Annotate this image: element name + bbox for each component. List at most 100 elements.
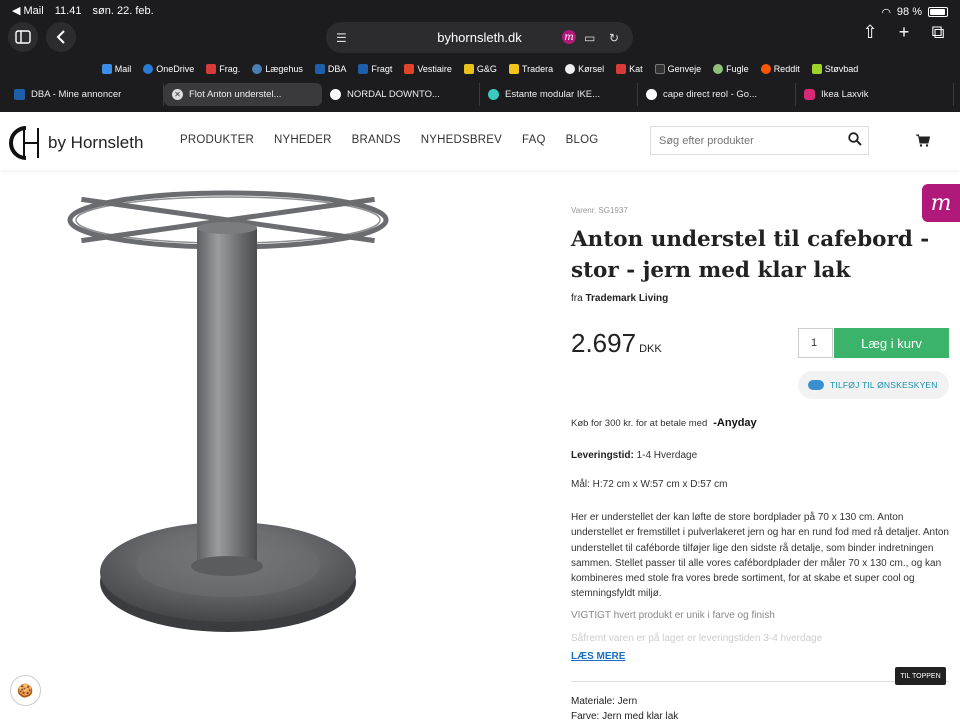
to-top-button[interactable]: TIL TOPPEN [895,667,946,685]
nav-blog[interactable]: BLOG [566,134,599,146]
status-bar: ◀ Mail 11.41 søn. 22. feb. ◠ 98 % [12,4,948,20]
bookmark[interactable]: Fragt [358,62,392,76]
url-text: byhornsleth.dk [437,30,522,45]
share-icon[interactable]: ⇧ [858,22,882,43]
price-currency: DKK [639,343,662,355]
bookmark[interactable]: Tradera [508,62,553,76]
bookmark-icon [463,64,474,74]
brand-link[interactable]: Trademark Living [585,293,668,304]
browser-chrome: ◀ Mail 11.41 søn. 22. feb. ◠ 98 % ☰ byho… [0,0,960,112]
product-sku: Varenr. SG1937 [571,206,628,215]
bookmark-icon [101,64,112,74]
search-box [650,126,869,155]
main-nav: PRODUKTER NYHEDER BRANDS NYHEDSBREV FAQ … [180,134,598,146]
search-input[interactable] [659,134,839,147]
extension-m-icon[interactable]: m [562,30,576,44]
chevron-left-icon[interactable] [46,22,76,52]
bookmark[interactable]: Kørsel [565,62,604,76]
anyday-info: Køb for 300 kr. for at betale med -Anyda… [571,417,757,429]
plus-icon[interactable]: + [892,22,916,43]
nav-brands[interactable]: BRANDS [352,134,401,146]
bookmark-icon [252,64,263,74]
close-tab-icon[interactable]: ✕ [172,89,183,100]
cloud-plus-icon [808,380,824,390]
bookmark-icon [314,64,325,74]
tab-strip: DBA - Mine annoncer ✕ Flot Anton underste… [6,83,954,106]
product-dimensions: Mål: H:72 cm x W:57 cm x D:57 cm [571,479,728,490]
bookmark[interactable]: OneDrive [143,62,194,76]
bookmark-icon [811,64,822,74]
google-icon [330,89,341,100]
bookmark[interactable]: DBA [314,62,346,76]
status-time: 11.41 [54,5,82,17]
bookmark-icon [713,64,724,74]
bookmark-icon [358,64,369,74]
back-to-app[interactable]: ◀ Mail [12,5,44,17]
browser-tab[interactable]: DBA - Mine annoncer [6,83,164,106]
nav-faq[interactable]: FAQ [522,134,546,146]
battery-icon [928,7,948,17]
add-to-cart-button[interactable]: Læg i kurv [834,328,949,358]
product-title: Anton understel til cafebord - stor - je… [571,227,930,283]
quantity-input[interactable]: 1 [798,328,833,358]
reader-icon[interactable]: ▭ [584,31,595,45]
wishlist-label: TILFØJ TIL ØNSKESKYEN [830,380,938,390]
toolbar-right: ⇧ + ⧉ [858,22,950,43]
bookmark[interactable]: Mail [101,62,131,76]
browser-tab-active[interactable]: ✕ Flot Anton understel... [164,83,322,106]
logo-text: by Hornsleth [48,133,144,152]
bookmark[interactable]: Lægehus [252,62,303,76]
browser-tab[interactable]: NORDAL DOWNTO... [322,83,480,106]
bookmark[interactable]: Fugle [713,62,749,76]
instagram-icon [804,89,815,100]
product-description: Her er understellet der kan løfte de sto… [571,512,949,600]
read-more-link[interactable]: LÆS MERE [571,651,625,662]
reload-icon[interactable]: ↻ [609,31,619,45]
bookmark[interactable]: Reddit [760,62,800,76]
nav-nyhedsbrev[interactable]: NYHEDSBREV [421,134,502,146]
product-color: Farve: Jern med klar lak [571,711,679,722]
extension-m-side-icon[interactable]: m [922,184,960,222]
site-logo[interactable]: by Hornsleth [4,124,143,162]
bookmark[interactable]: Frag. [206,62,240,76]
sidebar-icon[interactable] [8,22,38,52]
url-bar[interactable]: ☰ byhornsleth.dk m ▭ ↻ [326,22,633,53]
bookmark-icon [565,64,576,74]
bookmark[interactable]: Genveje [654,62,701,76]
browser-tab[interactable]: cape direct reol - Go... [638,83,796,106]
search-icon[interactable] [848,132,862,149]
nav-nyheder[interactable]: NYHEDER [274,134,332,146]
wifi-icon: ◠ [881,6,891,19]
page-menu-icon[interactable]: ☰ [336,31,347,45]
bookmarks-bar: Mail OneDrive Frag. Lægehus DBA Fragt Ve… [0,62,960,76]
browser-tab[interactable]: Ikea Laxvik [796,83,954,106]
tabs-icon[interactable]: ⧉ [926,22,950,43]
browser-tab[interactable]: Estante modular IKE... [480,83,638,106]
nav-produkter[interactable]: PRODUKTER [180,134,254,146]
google-icon [646,89,657,100]
product-brand: fra Trademark Living [571,293,669,304]
bookmark[interactable]: Kat [616,62,643,76]
tab-favicon-icon [14,89,25,100]
browser-toolbar: ☰ byhornsleth.dk m ▭ ↻ ⇧ + ⧉ [0,22,960,54]
logo-mark-icon [9,126,39,160]
bookmark-icon [654,64,665,74]
product-note: VIGTIGT hvert produkt er unik i farve og… [571,610,775,621]
bookmark[interactable]: Støvbad [811,62,858,76]
bookmark[interactable]: G&G [463,62,497,76]
cart-icon[interactable] [916,134,931,150]
product-price: 2.697 DKK [571,328,662,359]
bookmark-icon [143,64,154,74]
wishlist-button[interactable]: TILFØJ TIL ØNSKESKYEN [798,371,949,399]
product-image[interactable] [40,180,420,650]
divider [571,681,949,682]
bookmark-icon [508,64,519,74]
status-date: søn. 22. feb. [92,5,154,17]
cookie-icon[interactable]: 🍪 [10,675,41,706]
battery-percent: 98 % [896,6,922,18]
bookmark-icon [404,64,415,74]
tab-favicon-icon [488,89,499,100]
bookmark-icon [206,64,217,74]
bookmark[interactable]: Vestiaire [404,62,452,76]
anyday-logo: -Anyday [713,417,757,429]
